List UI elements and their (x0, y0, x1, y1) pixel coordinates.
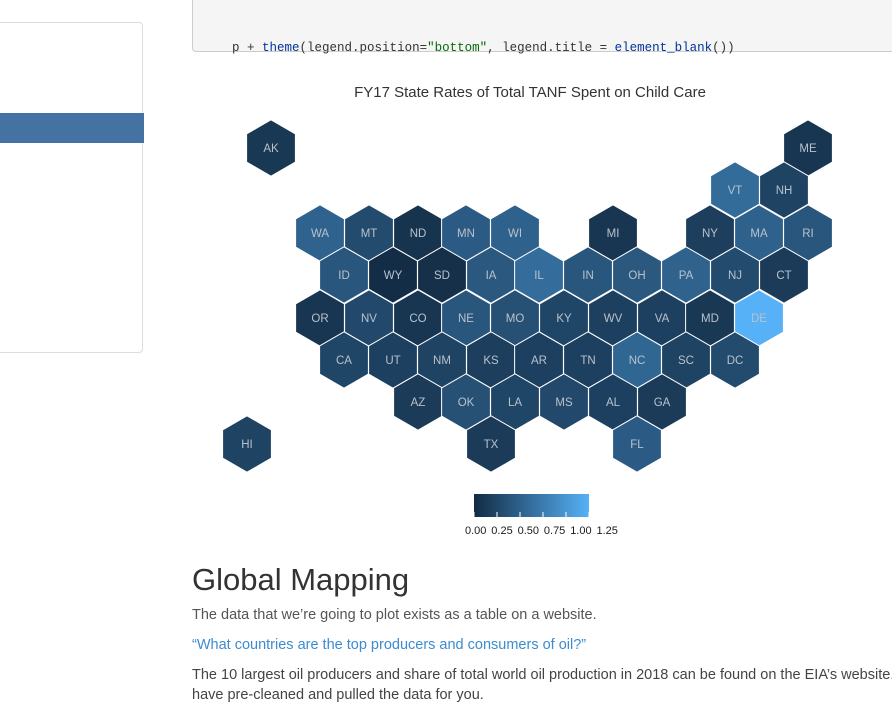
hex-label-ky: KY (556, 313, 572, 325)
hex-label-de: DE (751, 313, 767, 325)
hex-label-md: MD (701, 313, 719, 325)
hexmap-chart: FY17 State Rates of Total TANF Spent on … (222, 84, 833, 537)
hex-label-ia: IA (486, 270, 497, 282)
paragraph: The 10 largest oil producers and share o… (192, 667, 892, 683)
hex-label-ne: NE (458, 313, 474, 325)
hex-label-nj: NJ (728, 270, 742, 282)
hex-label-ut: UT (385, 355, 400, 367)
hex-label-wa: WA (311, 228, 329, 240)
hex-label-sd: SD (434, 270, 450, 282)
hex-label-ma: MA (750, 228, 768, 240)
hex-label-nc: NC (629, 355, 646, 367)
hex-label-nv: NV (361, 313, 377, 325)
hex-label-ms: MS (555, 397, 573, 409)
hex-label-tx: TX (484, 439, 499, 451)
hex-label-ny: NY (702, 228, 718, 240)
paragraph: have pre-cleaned and pulled the data for… (192, 687, 484, 703)
legend-label: 0.50 (518, 525, 539, 537)
hex-label-ok: OK (458, 397, 475, 409)
legend-label: 1.25 (597, 525, 618, 537)
legend-label: 0.75 (544, 525, 565, 537)
paragraph: The data that we’re going to plot exists… (192, 607, 597, 623)
hex-label-me: ME (799, 143, 817, 155)
legend-label: 1.00 (570, 525, 591, 537)
hex-label-in: IN (582, 270, 594, 282)
hex-label-al: AL (606, 397, 621, 409)
hex-label-id: ID (338, 270, 350, 282)
hex-label-la: LA (508, 397, 522, 409)
hex-label-sc: SC (678, 355, 694, 367)
hex-label-mn: MN (457, 228, 475, 240)
chart-title: FY17 State Rates of Total TANF Spent on … (354, 84, 706, 101)
hex-label-ar: AR (531, 355, 547, 367)
legend-label: 0.00 (465, 525, 486, 537)
hex-label-nm: NM (433, 355, 451, 367)
hex-label-az: AZ (411, 397, 426, 409)
hex-label-or: OR (311, 313, 328, 325)
hex-label-ri: RI (802, 228, 814, 240)
hex-label-hi: HI (241, 439, 253, 451)
hex-label-ks: KS (483, 355, 499, 367)
hex-label-va: VA (655, 313, 670, 325)
hex-label-mo: MO (506, 313, 525, 325)
hex-label-oh: OH (628, 270, 645, 282)
hex-label-co: CO (409, 313, 426, 325)
hex-label-fl: FL (630, 439, 644, 451)
hex-label-ga: GA (654, 397, 671, 409)
legend-label: 0.25 (491, 525, 512, 537)
question-link[interactable]: “What countries are the top producers an… (192, 637, 586, 653)
hex-label-wi: WI (508, 228, 522, 240)
hex-label-pa: PA (679, 270, 694, 282)
hex-label-dc: DC (727, 355, 744, 367)
hex-label-tn: TN (580, 355, 595, 367)
hex-label-nd: ND (410, 228, 427, 240)
hex-label-vt: VT (728, 185, 743, 197)
hex-label-wy: WY (384, 270, 403, 282)
legend-colorbar (474, 494, 589, 517)
hex-label-ct: CT (776, 270, 791, 282)
hex-label-mt: MT (361, 228, 378, 240)
section-heading: Global Mapping (192, 562, 410, 597)
hex-label-mi: MI (607, 228, 620, 240)
hex-label-ca: CA (336, 355, 352, 367)
hex-label-ak: AK (263, 143, 279, 155)
hex-label-wv: WV (604, 313, 623, 325)
hex-label-nh: NH (776, 185, 793, 197)
hex-label-il: IL (534, 270, 544, 282)
